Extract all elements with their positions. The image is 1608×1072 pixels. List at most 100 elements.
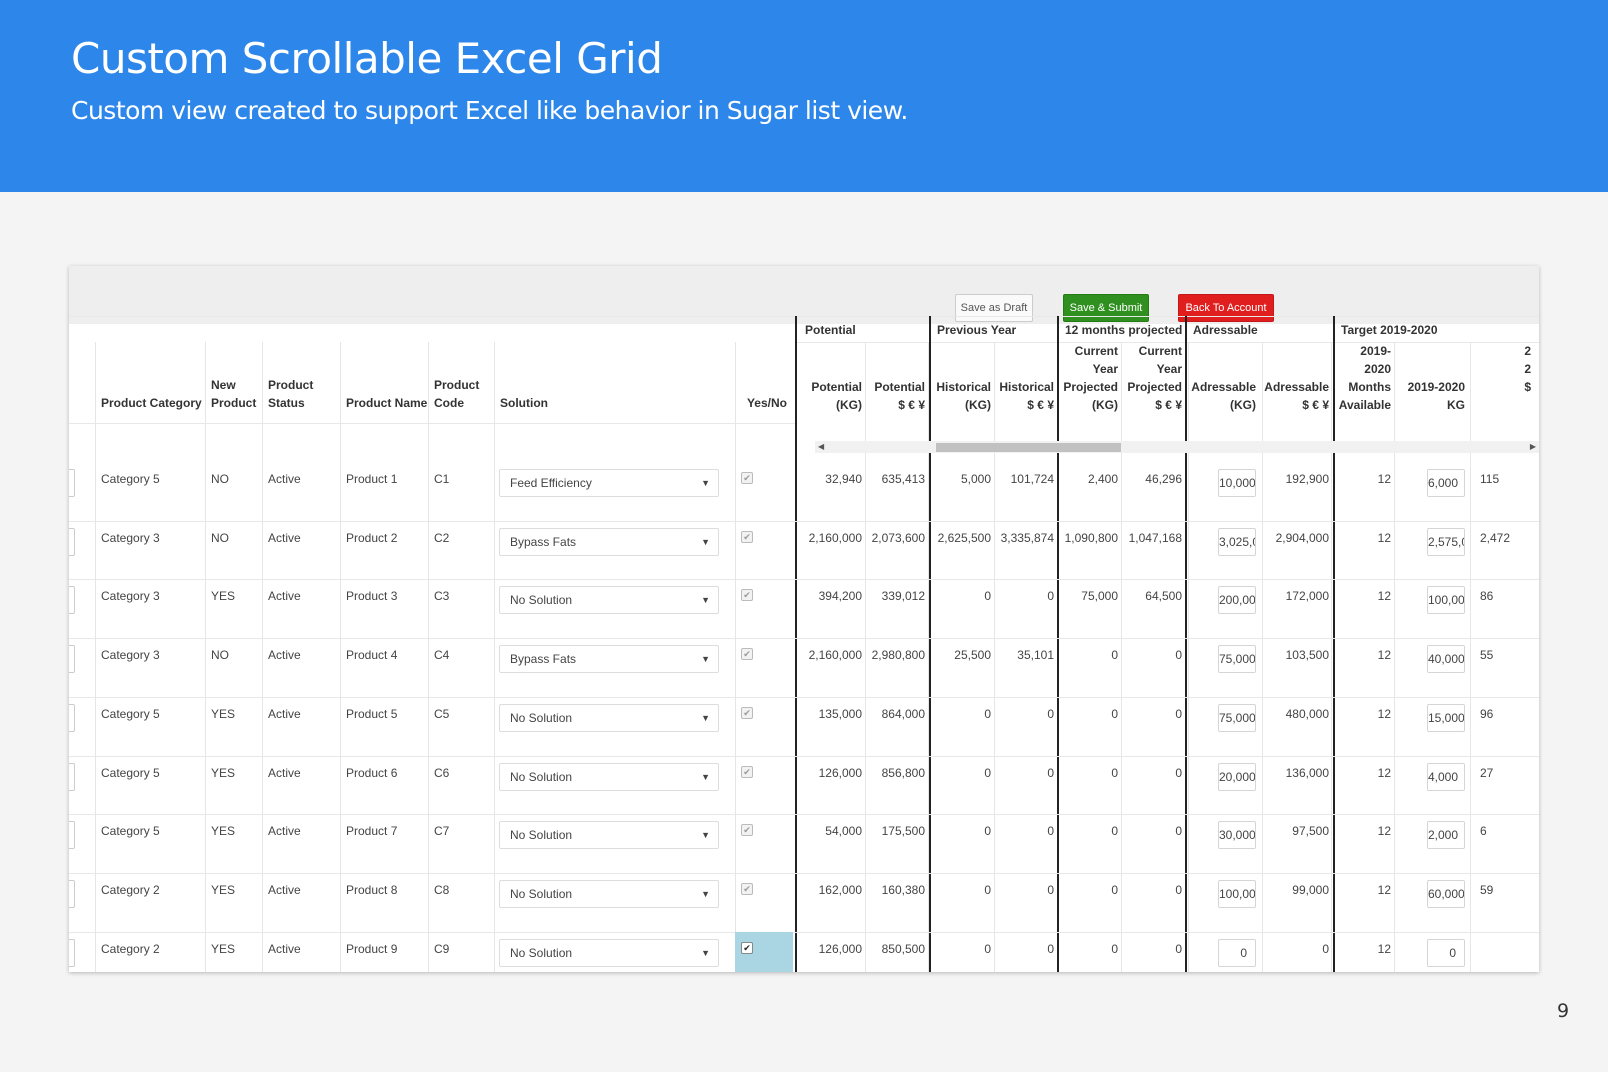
column-separator-line [205, 342, 206, 972]
row-select-handle[interactable] [69, 703, 75, 732]
column-separator-line [735, 342, 736, 972]
column-header-line: (KG) [836, 398, 862, 412]
solution-dropdown[interactable]: No Solution ▼ [499, 879, 719, 908]
solution-dropdown-value: No Solution [510, 710, 573, 725]
solution-dropdown[interactable]: Feed Efficiency ▼ [499, 469, 719, 497]
caret-down-icon: ▼ [701, 595, 710, 606]
column-header-pot_kg[interactable]: Potential (KG) [792, 342, 862, 414]
column-header-line [921, 360, 991, 378]
cell-projected-usd: 0 [1175, 941, 1182, 956]
cell-target-kg-input[interactable]: 2,575,000 [1427, 527, 1465, 556]
column-separator-line [262, 342, 263, 972]
column-header-line [1461, 396, 1531, 414]
solution-dropdown[interactable]: No Solution ▼ [499, 586, 719, 615]
cell-category: Category 5 [101, 706, 160, 721]
row-select-handle[interactable] [69, 586, 75, 615]
column-header-target_usd[interactable]: 2 2 $ [1461, 342, 1531, 414]
cell-months-available: 12 [1377, 472, 1391, 486]
column-header-line [101, 376, 202, 394]
column-header-name[interactable]: Product Name [346, 376, 427, 412]
row-select-handle[interactable] [69, 762, 75, 791]
column-header-line [1259, 342, 1329, 360]
column-header-addr_usd[interactable]: Adressable $ € ¥ [1259, 342, 1329, 414]
cell-target-kg-input[interactable]: 0 [1427, 938, 1465, 967]
cell-target-kg-input[interactable]: 100,000 [1427, 586, 1465, 615]
column-header-line: Solution [500, 396, 548, 410]
row-select-handle[interactable] [69, 645, 75, 674]
column-header-status[interactable]: Product Status [268, 376, 313, 412]
yes-no-checkbox[interactable]: ✔ [741, 472, 753, 484]
column-header-line [735, 376, 787, 394]
cell-new-product: YES [211, 824, 236, 839]
column-header-line [500, 376, 548, 394]
cell-product-name: Product 3 [346, 589, 398, 604]
column-header-line: (KG) [1092, 398, 1118, 412]
column-header-line: (KG) [965, 398, 991, 412]
column-header-new[interactable]: New Product [211, 376, 256, 412]
cell-target-kg-input[interactable]: 6,000 [1427, 469, 1465, 497]
horizontal-scrollbar[interactable]: ◀ ▶ [815, 441, 1539, 453]
row-select-handle[interactable] [69, 879, 75, 908]
column-header-line: Year [1092, 362, 1118, 376]
group-header-3: Adressable [1193, 323, 1258, 337]
column-header-target_kg[interactable]: 2019-2020 KG [1395, 342, 1465, 414]
column-header-code[interactable]: Product Code [434, 376, 479, 412]
yes-no-checkbox[interactable]: ✔ [741, 706, 753, 719]
cell-target-usd: 55 [1480, 648, 1494, 663]
caret-down-icon: ▼ [701, 947, 710, 958]
yes-no-checkbox[interactable]: ✔ [741, 765, 753, 778]
cell-product-code: C5 [434, 706, 450, 721]
yes-no-checkbox[interactable]: ✔ [741, 941, 753, 954]
cell-product-code: C3 [434, 589, 450, 604]
column-header-category[interactable]: Product Category [101, 376, 202, 412]
column-header-proj_kg[interactable]: Current Year Projected (KG) [1048, 342, 1118, 414]
scroll-right-arrow-icon[interactable]: ▶ [1530, 441, 1536, 453]
cell-product-code: C8 [434, 882, 450, 897]
cell-target-kg-input[interactable]: 2,000 [1427, 821, 1465, 850]
yes-no-checkbox[interactable]: ✔ [741, 648, 753, 661]
row-select-handle[interactable] [69, 469, 75, 497]
solution-dropdown[interactable]: No Solution ▼ [499, 703, 719, 732]
column-header-proj_usd[interactable]: Current Year Projected $ € ¥ [1112, 342, 1182, 414]
cell-target-kg-input[interactable]: 15,000 [1427, 703, 1465, 732]
column-header-line: Projected [1063, 380, 1118, 394]
scroll-left-arrow-icon[interactable]: ◀ [818, 441, 824, 453]
group-header-4: Target 2019-2020 [1341, 323, 1438, 337]
yes-no-checkbox[interactable]: ✔ [741, 882, 753, 895]
column-header-addr_kg[interactable]: Adressable (KG) [1186, 342, 1256, 414]
cell-projected-usd: 0 [1175, 706, 1182, 721]
cell-new-product: YES [211, 882, 236, 897]
yes-no-checkbox[interactable]: ✔ [741, 530, 753, 543]
column-header-hist_kg[interactable]: Historical (KG) [921, 342, 991, 414]
scrollbar-thumb[interactable] [936, 443, 1121, 452]
row-select-handle[interactable] [69, 938, 75, 967]
cell-new-product: YES [211, 589, 236, 604]
cell-product-name: Product 4 [346, 648, 398, 663]
solution-dropdown[interactable]: Bypass Fats ▼ [499, 645, 719, 674]
row-separator-line [69, 814, 1539, 816]
cell-category: Category 5 [101, 765, 160, 780]
column-header-checked[interactable]: Yes/No [735, 376, 787, 412]
cell-status: Active [268, 882, 301, 897]
solution-dropdown[interactable]: Bypass Fats ▼ [499, 527, 719, 556]
column-header-line [1395, 360, 1465, 378]
scrollable-grid: Potential Previous Year 12 months projecte… [69, 266, 1539, 972]
solution-dropdown[interactable]: No Solution ▼ [499, 938, 719, 967]
cell-target-kg-input[interactable]: 40,000 [1427, 645, 1465, 674]
solution-dropdown[interactable]: No Solution ▼ [499, 821, 719, 850]
cell-new-product: NO [211, 530, 229, 545]
cell-product-name: Product 7 [346, 824, 398, 839]
yes-no-checkbox[interactable]: ✔ [741, 589, 753, 602]
column-header-line: KG [1447, 398, 1465, 412]
solution-dropdown-value: No Solution [510, 886, 573, 901]
yes-no-checkbox[interactable]: ✔ [741, 824, 753, 837]
caret-down-icon: ▼ [701, 478, 710, 488]
row-separator-line [69, 872, 1539, 874]
column-header-solution[interactable]: Solution [500, 376, 548, 412]
cell-target-kg-input[interactable]: 4,000 [1427, 762, 1465, 791]
cell-product-code: C2 [434, 530, 450, 545]
row-select-handle[interactable] [69, 527, 75, 556]
cell-target-kg-input[interactable]: 60,000 [1427, 879, 1465, 908]
solution-dropdown[interactable]: No Solution ▼ [499, 762, 719, 791]
row-select-handle[interactable] [69, 821, 75, 850]
